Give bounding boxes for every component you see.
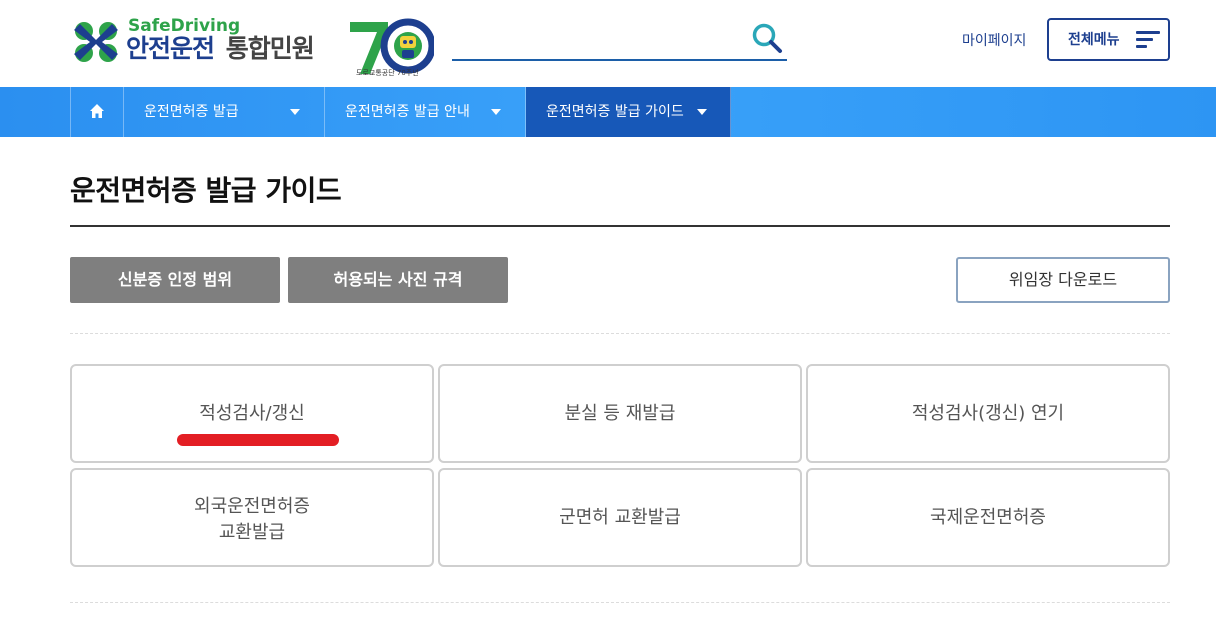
mypage-link[interactable]: 마이페이지 [962,31,1026,51]
logo-korean-text: 안전운전 통합민원 [126,32,315,66]
highlight-underline [177,434,339,446]
section-divider [70,333,1170,334]
page-title: 운전면허증 발급 가이드 [70,174,342,207]
card-label-line2: 교환발급 [218,522,286,543]
card-label: 국제운전면허증 [930,507,1046,528]
photo-spec-button[interactable]: 허용되는 사진 규격 [288,257,508,303]
home-icon [90,104,104,118]
search-bar [452,20,787,61]
card-reissue[interactable]: 분실 등 재발급 [438,364,802,463]
card-label: 군면허 교환발급 [559,507,681,528]
all-menu-button[interactable]: 전체메뉴 [1047,18,1170,61]
all-menu-label: 전체메뉴 [1068,32,1120,48]
chevron-down-icon [697,109,707,115]
chevron-down-icon [290,109,300,115]
nav-item-label: 운전면허증 발급 [144,104,239,120]
id-range-button[interactable]: 신분증 인정 범위 [70,257,280,303]
search-input[interactable] [452,22,742,56]
card-renewal-postpone[interactable]: 적성검사(갱신) 연기 [806,364,1170,463]
photo-spec-label: 허용되는 사진 규격 [333,270,463,289]
site-logo[interactable]: SafeDriving 안전운전 통합민원 도로교통공단 70주년 [70,16,435,80]
clover-logo-icon [74,22,118,62]
logo-main-text: 안전운전 [126,34,215,63]
anniversary-caption: 도로교통공단 70주년 [356,69,419,77]
chevron-down-icon [491,109,501,115]
card-foreign-license-exchange[interactable]: 외국운전면허증 교환발급 [70,468,434,567]
nav-item-label: 운전면허증 발급 가이드 [546,104,684,120]
logo-sub-text: 통합민원 [225,34,315,63]
search-icon[interactable] [751,22,783,54]
nav-item-issue-info[interactable]: 운전면허증 발급 안내 [325,87,526,137]
section-divider [70,602,1170,603]
card-label: 적성검사(갱신) 연기 [911,403,1065,424]
breadcrumb-nav: 운전면허증 발급 운전면허증 발급 안내 운전면허증 발급 가이드 [0,87,1216,137]
proxy-download-button[interactable]: 위임장 다운로드 [956,257,1170,303]
nav-item-license-issue[interactable]: 운전면허증 발급 [124,87,325,137]
home-button[interactable] [70,87,124,137]
card-aptitude-renewal[interactable]: 적성검사/갱신 [70,364,434,463]
hamburger-icon [1136,31,1160,49]
id-range-label: 신분증 인정 범위 [117,270,233,289]
card-label: 분실 등 재발급 [564,403,676,424]
site-header: SafeDriving 안전운전 통합민원 도로교통공단 70주년 마이페이지 … [0,0,1216,87]
card-label: 적성검사/갱신 [199,403,305,424]
nav-item-issue-guide[interactable]: 운전면허증 발급 가이드 [526,87,731,137]
proxy-download-label: 위임장 다운로드 [1008,270,1118,289]
card-label: 외국운전면허증 [194,496,310,517]
card-international-license[interactable]: 국제운전면허증 [806,468,1170,567]
title-divider [70,225,1170,227]
nav-item-label: 운전면허증 발급 안내 [345,104,470,120]
card-military-license-exchange[interactable]: 군면허 교환발급 [438,468,802,567]
